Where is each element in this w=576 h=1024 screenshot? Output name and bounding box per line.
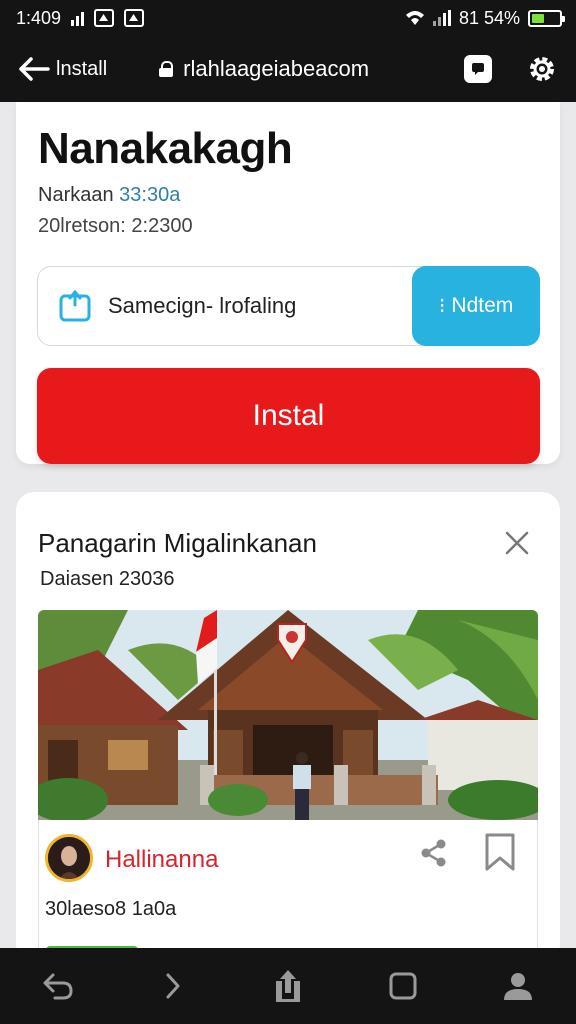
battery-percent: 81 54% xyxy=(458,7,520,28)
post-photo[interactable] xyxy=(38,610,538,820)
install-label: Instal xyxy=(252,399,325,432)
post-title: Panagarin Migalinkanan xyxy=(38,528,317,558)
details-dot-icon: ⁝ xyxy=(438,294,446,318)
info-box[interactable]: Samecign- lrofaling ⁝ Ndtem xyxy=(37,266,540,346)
url-text: rlahlaageiabeacom xyxy=(183,56,370,81)
browser-toolbar: lnstall rlahlaageiabeacom xyxy=(0,36,576,102)
notification-image-icon xyxy=(94,9,115,27)
nav-profile-icon xyxy=(504,973,533,1000)
url-field[interactable]: rlahlaageiabeacom xyxy=(159,56,369,82)
status-bar: 1:409 81 54% xyxy=(0,0,576,36)
village-house-image xyxy=(38,610,538,820)
post-caption: 30laeso8 1a0a xyxy=(45,898,177,920)
version-line: Narkaan 33:30a xyxy=(38,184,180,207)
settings-icon[interactable] xyxy=(526,53,558,85)
details-label: Ndtem xyxy=(451,294,514,317)
battery-icon xyxy=(528,9,565,27)
share-icon[interactable] xyxy=(419,838,449,868)
nav-forward-button[interactable] xyxy=(155,968,191,1004)
post-date: Daiasen 23036 xyxy=(40,568,175,590)
close-icon[interactable] xyxy=(504,530,530,556)
app-card: Nanakakagh Narkaan 33:30a 20lretson: 2:2… xyxy=(16,102,560,464)
version-label: Narkaan xyxy=(38,184,114,206)
cell-signal-icon xyxy=(432,10,451,26)
post-card: Panagarin Migalinkanan Daiasen 23036 Hal… xyxy=(16,492,560,962)
notification-app-icon xyxy=(124,9,145,27)
size-line: 20lretson: 2:2300 xyxy=(38,215,193,237)
app-title: Nanakakagh xyxy=(38,124,293,173)
bookmark-icon[interactable] xyxy=(483,832,517,872)
lock-icon xyxy=(159,61,174,77)
tabs-button[interactable] xyxy=(464,55,492,83)
nav-forward-icon xyxy=(166,973,180,999)
nav-back-button[interactable] xyxy=(40,968,76,1004)
tabs-icon xyxy=(472,63,484,75)
nav-tabs-icon xyxy=(389,972,417,1000)
nav-share-icon xyxy=(275,970,300,1002)
avatar[interactable] xyxy=(45,834,93,882)
back-button[interactable]: lnstall xyxy=(18,56,107,82)
info-box-icon xyxy=(59,289,91,322)
nav-profile-button[interactable] xyxy=(500,968,536,1004)
avatar-image xyxy=(48,837,90,879)
wifi-icon xyxy=(405,11,424,25)
info-text: Samecign- lrofaling xyxy=(108,293,297,318)
signal-icon xyxy=(71,10,85,26)
back-arrow-icon xyxy=(19,57,50,81)
nav-share-button[interactable] xyxy=(270,968,306,1004)
nav-tabs-button[interactable] xyxy=(385,968,421,1004)
details-button[interactable]: ⁝ Ndtem xyxy=(412,266,540,346)
status-time: 1:409 xyxy=(16,7,62,28)
version-value: 33:30a xyxy=(119,184,181,206)
username[interactable]: Hallinanna xyxy=(105,846,218,874)
back-label: lnstall xyxy=(56,57,108,80)
post-footer: Hallinanna 30laeso8 1a0a xyxy=(38,820,538,962)
nav-back-icon xyxy=(43,973,73,1000)
install-button[interactable]: Instal xyxy=(37,368,540,464)
bottom-nav-bar xyxy=(0,948,576,1024)
